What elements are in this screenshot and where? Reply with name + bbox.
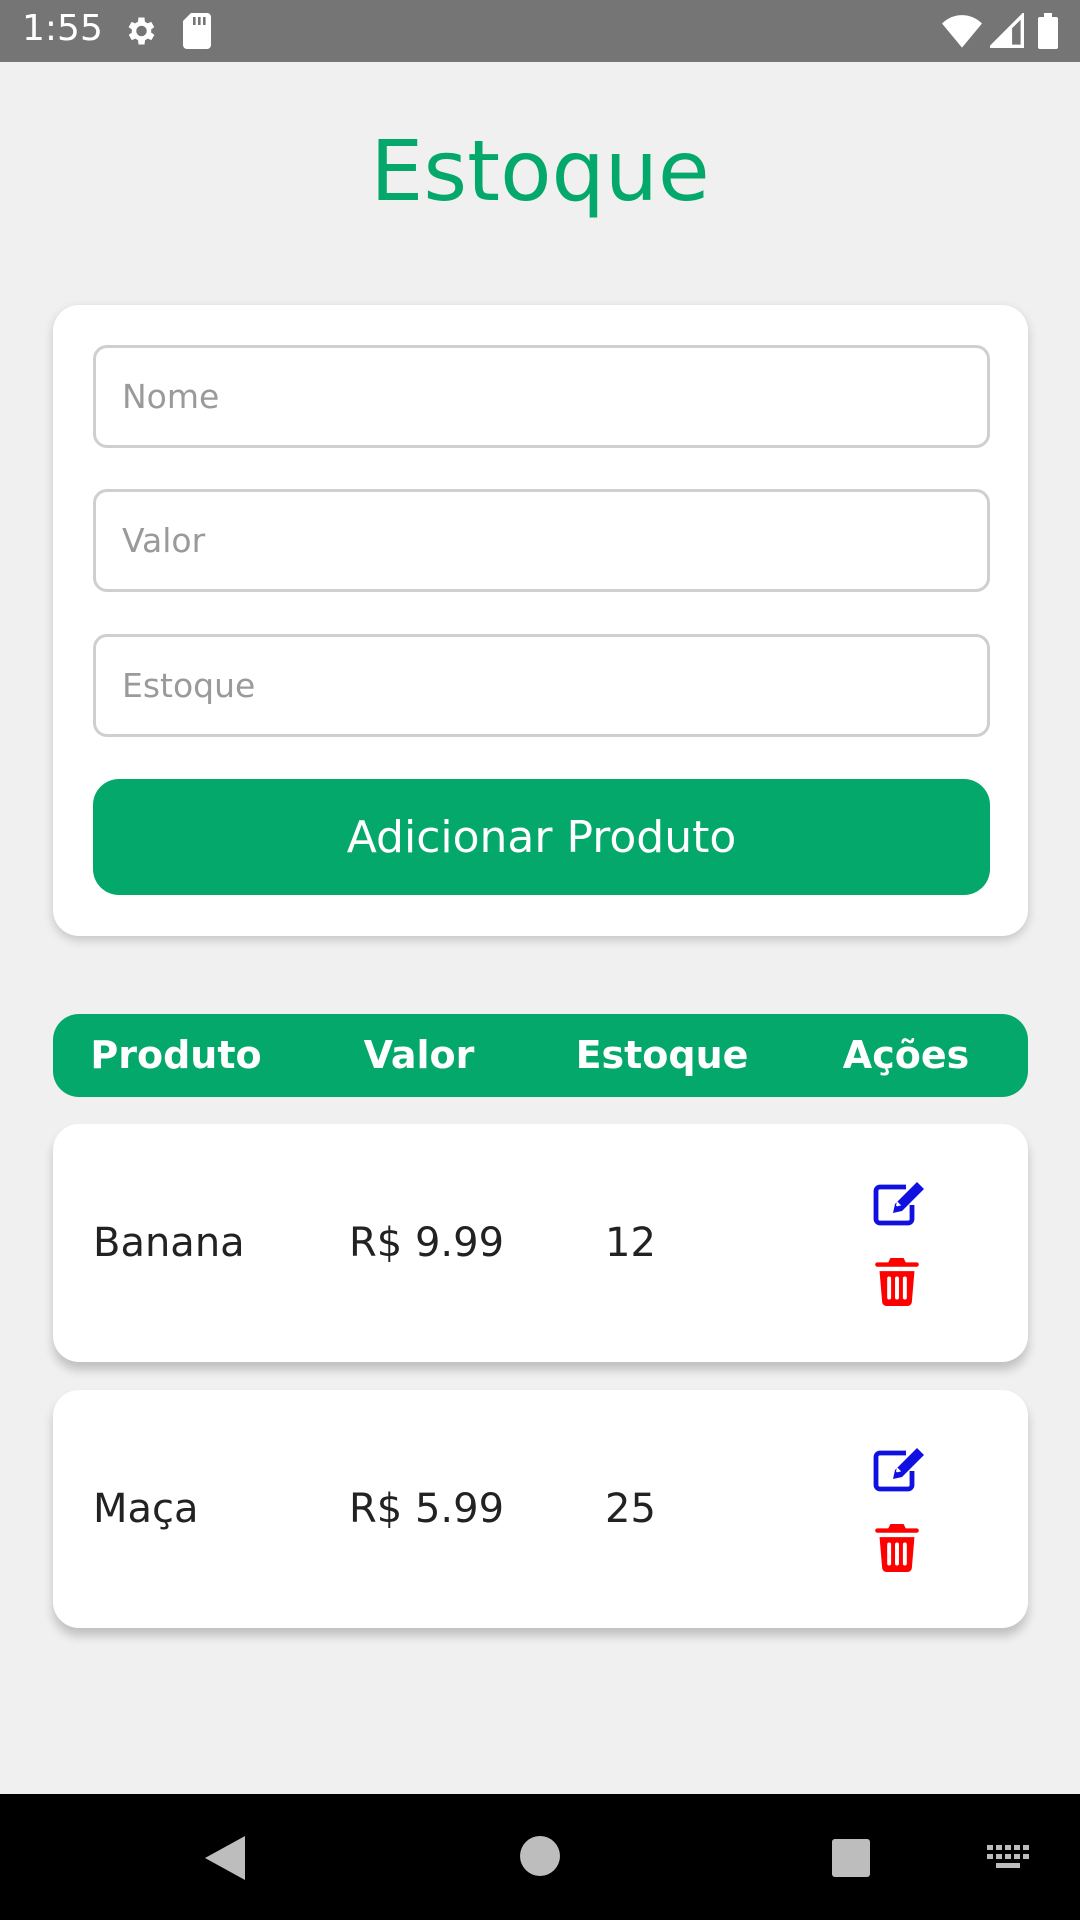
product-value: R$ 9.99 [349,1220,505,1266]
recent-apps-icon[interactable] [832,1839,870,1877]
estoque-input[interactable] [93,634,990,737]
trash-icon[interactable] [874,1258,920,1306]
edit-icon[interactable] [872,1179,928,1227]
product-value: R$ 5.99 [349,1486,505,1532]
table-row: Maça R$ 5.99 25 [53,1390,1028,1628]
sd-card-icon [183,13,211,49]
add-product-button[interactable]: Adicionar Produto [93,779,990,895]
product-name: Banana [93,1220,245,1266]
keyboard-icon[interactable] [987,1845,1029,1871]
header-estoque: Estoque [575,1033,749,1077]
nome-input[interactable] [93,345,990,448]
settings-icon [128,17,155,45]
status-bar: 1:55 [0,0,1080,62]
header-produto: Produto [90,1033,262,1077]
signal-icon [990,13,1024,48]
battery-icon [1038,13,1058,49]
wifi-icon [942,15,982,48]
table-header: Produto Valor Estoque Ações [53,1014,1028,1097]
product-form-card: Adicionar Produto [53,305,1028,936]
home-icon[interactable] [520,1836,560,1876]
table-row: Banana R$ 9.99 12 [53,1124,1028,1362]
status-time: 1:55 [22,8,103,49]
navigation-bar [0,1794,1080,1920]
trash-icon[interactable] [874,1524,920,1572]
product-name: Maça [93,1486,199,1532]
page-title: Estoque [370,122,710,220]
product-stock: 12 [605,1220,656,1266]
edit-icon[interactable] [872,1445,928,1493]
back-icon[interactable] [205,1836,245,1880]
header-acoes: Ações [842,1033,970,1077]
valor-input[interactable] [93,489,990,592]
product-stock: 25 [605,1486,656,1532]
header-valor: Valor [363,1033,475,1077]
